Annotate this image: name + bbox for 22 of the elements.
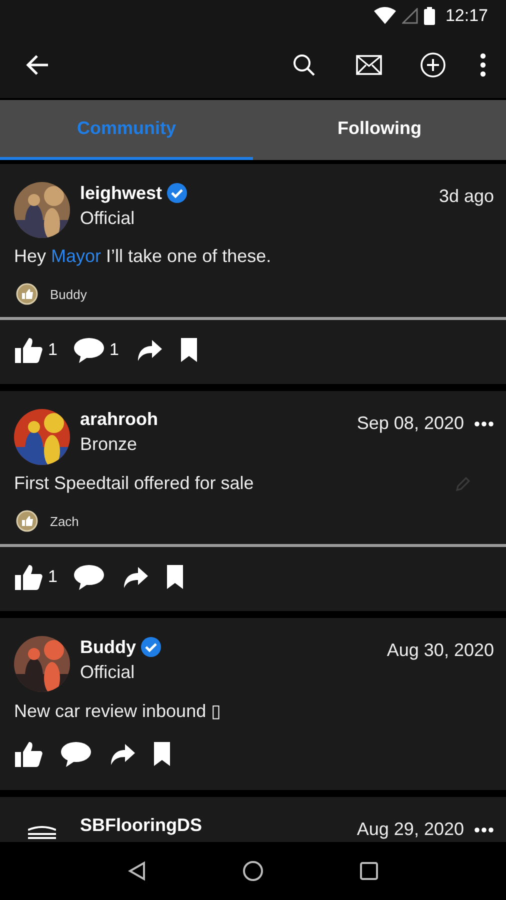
post-time: Sep 08, 2020	[356, 413, 464, 435]
post-time: Aug 29, 2020	[356, 819, 464, 841]
post-time: 3d ago	[438, 186, 494, 208]
user-rank: Bronze	[80, 434, 138, 455]
post-text: First Speedtail offered for sale	[14, 473, 254, 494]
comment-button[interactable]: 1	[73, 336, 119, 364]
post-text: New car review inbound ▯	[14, 700, 222, 722]
like-button[interactable]: 1	[14, 563, 58, 591]
status-time: 12:17	[445, 6, 488, 26]
post-text: Hey Mayor I’ll take one of these.	[14, 246, 272, 267]
liker-name: Zach	[50, 514, 79, 528]
tab[interactable]: Following	[253, 100, 506, 160]
author-name[interactable]: leighwest	[80, 182, 162, 204]
mention-link[interactable]: Mayor	[51, 246, 102, 266]
author-name[interactable]: SBFlooringDS	[80, 815, 202, 836]
liker-name: Buddy	[50, 286, 87, 302]
post-time: Aug 30, 2020	[386, 640, 494, 662]
author-name[interactable]: arahrooh	[80, 409, 158, 430]
user-rank: Official	[80, 662, 136, 683]
user-rank: Official	[80, 208, 136, 229]
like-button[interactable]: 1	[14, 336, 58, 364]
author-name[interactable]: Buddy	[80, 636, 136, 658]
